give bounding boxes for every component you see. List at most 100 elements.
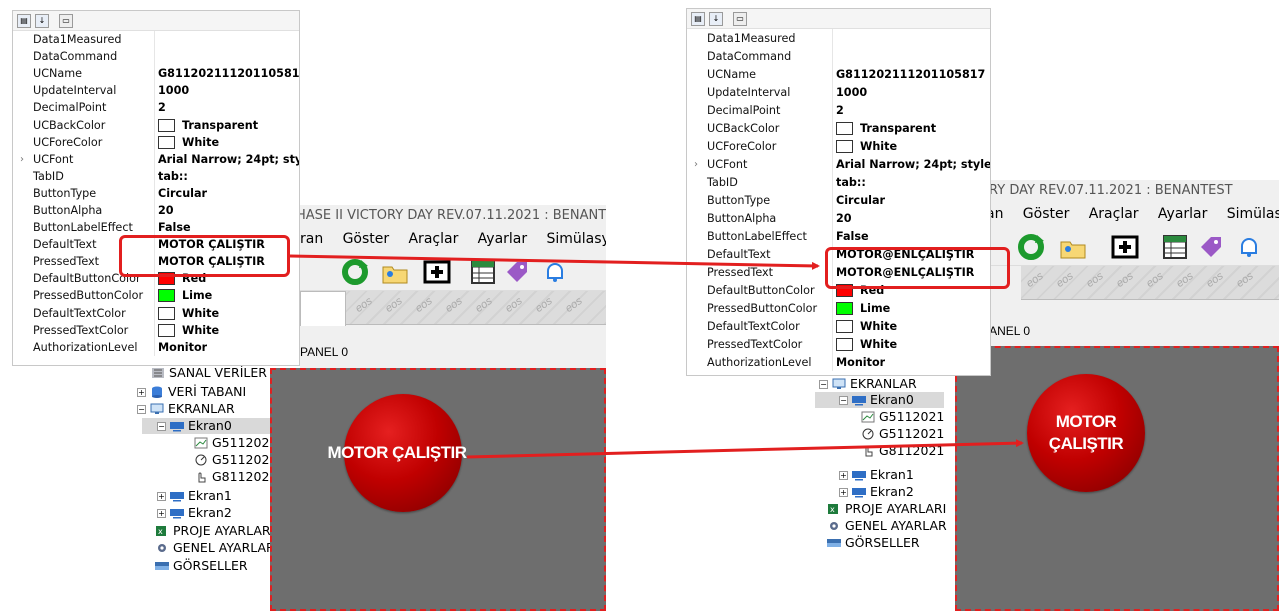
collapse-icon[interactable]: − (157, 421, 166, 431)
tree-item-gorseller[interactable]: GÖRSELLER (827, 535, 920, 551)
property-value[interactable]: 1000 (833, 86, 867, 99)
tree-item-ekranlar[interactable]: − EKRANLAR (137, 401, 235, 417)
property-value[interactable]: Circular (155, 187, 207, 200)
property-row-decimalpoint[interactable]: DecimalPoint 2 (687, 101, 990, 119)
table-icon[interactable] (468, 257, 498, 287)
menu-item-araclar[interactable]: Araçlar (400, 227, 466, 251)
menu-item-ayarlar[interactable]: Ayarlar (1150, 202, 1215, 226)
tag-icon[interactable] (1196, 232, 1226, 262)
property-value[interactable]: White (155, 135, 219, 149)
property-row-ucfont[interactable]: › UCFont Arial Narrow; 24pt; style (687, 155, 990, 173)
collapse-icon[interactable]: − (819, 379, 828, 389)
expand-icon[interactable]: + (157, 491, 166, 501)
property-row-defaulttextcolor[interactable]: DefaultTextColor White (687, 317, 990, 335)
property-value[interactable]: White (155, 306, 219, 320)
menu-item-goster[interactable]: Göster (1015, 202, 1078, 226)
tree-item-component[interactable]: G8112021 (194, 469, 277, 485)
categorized-view-icon[interactable]: ▤ (17, 13, 31, 28)
tree-item-proje-ayarlari[interactable]: x PROJE AYARLARI (155, 523, 274, 539)
tree-item-gorseller[interactable]: GÖRSELLER (155, 558, 248, 574)
property-row-pressedtextcolor[interactable]: PressedTextColor White (687, 335, 990, 353)
property-value[interactable]: Arial Narrow; 24pt; style (155, 153, 299, 166)
open-folder-icon[interactable] (1058, 232, 1088, 262)
property-row-buttonalpha[interactable]: ButtonAlpha 20 (687, 209, 990, 227)
property-value[interactable]: Transparent (833, 121, 936, 135)
open-folder-icon[interactable] (380, 257, 410, 287)
sort-alphabetical-icon[interactable]: ↓ (35, 13, 49, 28)
property-row-ucforecolor[interactable]: UCForeColor White (687, 137, 990, 155)
property-value[interactable]: tab:: (833, 176, 866, 189)
refresh-icon[interactable] (1016, 232, 1046, 262)
tree-item-ekran0[interactable]: − Ekran0 (142, 418, 272, 434)
tree-item-component[interactable]: G8112021 (861, 443, 944, 459)
property-value[interactable]: tab:: (155, 170, 188, 183)
motor-button-left[interactable]: MOTOR ÇALIŞTIR (327, 394, 467, 512)
menu-item-goster[interactable]: Göster (335, 227, 398, 251)
property-row-pressedbuttoncolor[interactable]: PressedButtonColor Lime (13, 287, 299, 305)
property-value[interactable]: Transparent (155, 118, 258, 132)
expand-icon[interactable]: + (137, 387, 146, 397)
menu-item-simulasyon[interactable]: Simülasyon (539, 227, 607, 251)
property-value[interactable]: False (833, 230, 869, 243)
menu-item-araclar[interactable]: Araçlar (1081, 202, 1147, 226)
property-value[interactable]: White (833, 139, 897, 153)
property-value[interactable]: 20 (155, 204, 174, 217)
property-row-data1measured[interactable]: Data1Measured (13, 31, 299, 49)
property-value[interactable]: False (155, 221, 191, 234)
property-row-decimalpoint[interactable]: DecimalPoint 2 (13, 99, 299, 117)
motor-button-right[interactable]: MOTOR ÇALIŞTIR (1027, 374, 1145, 492)
property-row-updateinterval[interactable]: UpdateInterval 1000 (13, 82, 299, 100)
property-value[interactable]: Monitor (155, 341, 207, 354)
property-pages-icon[interactable]: ▭ (733, 11, 747, 26)
property-value[interactable]: White (155, 323, 219, 337)
property-value[interactable]: Lime (155, 289, 212, 303)
expand-chevron-icon[interactable]: › (687, 159, 705, 170)
property-row-buttonlabeleffect[interactable]: ButtonLabelEffect False (687, 227, 990, 245)
property-row-datacommand[interactable]: DataCommand (13, 48, 299, 66)
property-row-pressedbuttoncolor[interactable]: PressedButtonColor Lime (687, 299, 990, 317)
menu-item[interactable]: ran (300, 227, 331, 251)
property-row-ucforecolor[interactable]: UCForeColor White (13, 133, 299, 151)
property-row-ucbackcolor[interactable]: UCBackColor Transparent (687, 119, 990, 137)
property-row-buttonalpha[interactable]: ButtonAlpha 20 (13, 201, 299, 220)
tree-item-component[interactable]: G5112021 (194, 452, 277, 468)
tree-item-genel-ayarlar[interactable]: GENEL AYARLAR (155, 540, 275, 556)
tree-item-ekran1[interactable]: + Ekran1 (839, 467, 914, 483)
property-row-ucname[interactable]: UCName G811202111201105817 (13, 65, 299, 83)
tree-item-ekran2[interactable]: + Ekran2 (839, 484, 914, 500)
bell-icon[interactable] (540, 257, 570, 287)
property-row-buttonlabeleffect[interactable]: ButtonLabelEffect False (13, 219, 299, 237)
property-row-tabid[interactable]: TabID tab:: (13, 167, 299, 185)
table-icon[interactable] (1160, 232, 1190, 262)
property-value[interactable]: White (833, 319, 897, 333)
property-pages-icon[interactable]: ▭ (59, 13, 73, 28)
property-value[interactable]: G811202111201105817 (155, 67, 299, 80)
property-value[interactable]: 2 (155, 101, 166, 114)
tree-item-ekran1[interactable]: + Ekran1 (157, 488, 232, 504)
property-row-datacommand[interactable]: DataCommand (687, 47, 990, 65)
property-row-buttontype[interactable]: ButtonType Circular (13, 184, 299, 202)
tree-item-sanal-veriler[interactable]: SANAL VERİLER (151, 365, 267, 381)
add-component-icon[interactable] (422, 257, 452, 287)
menu-item-simulasyon[interactable]: Simülasyon (1219, 202, 1279, 226)
property-row-updateinterval[interactable]: UpdateInterval 1000 (687, 83, 990, 101)
expand-icon[interactable]: + (157, 508, 166, 518)
tag-icon[interactable] (502, 257, 532, 287)
property-row-defaulttextcolor[interactable]: DefaultTextColor White (13, 304, 299, 322)
tree-item-ekran2[interactable]: + Ekran2 (157, 505, 232, 521)
tree-item-ekran0[interactable]: − Ekran0 (815, 392, 944, 408)
property-value[interactable]: Monitor (833, 356, 885, 369)
add-component-icon[interactable] (1110, 232, 1140, 262)
collapse-icon[interactable]: − (137, 404, 146, 414)
tab-panel-0[interactable] (300, 291, 346, 326)
property-row-authorizationlevel[interactable]: AuthorizationLevel Monitor (13, 338, 299, 356)
property-row-pressedtextcolor[interactable]: PressedTextColor White (13, 321, 299, 339)
expand-icon[interactable]: + (839, 487, 848, 497)
refresh-icon[interactable] (340, 257, 370, 287)
property-row-ucname[interactable]: UCName G811202111201105817 (687, 65, 990, 83)
tree-item-veri-tabani[interactable]: + VERİ TABANI (137, 384, 246, 400)
property-row-ucfont[interactable]: › UCFont Arial Narrow; 24pt; style (13, 150, 299, 168)
tree-item-component[interactable]: G5112021 (194, 435, 277, 451)
property-value[interactable]: Arial Narrow; 24pt; style (833, 158, 990, 171)
property-value[interactable]: Circular (833, 194, 885, 207)
